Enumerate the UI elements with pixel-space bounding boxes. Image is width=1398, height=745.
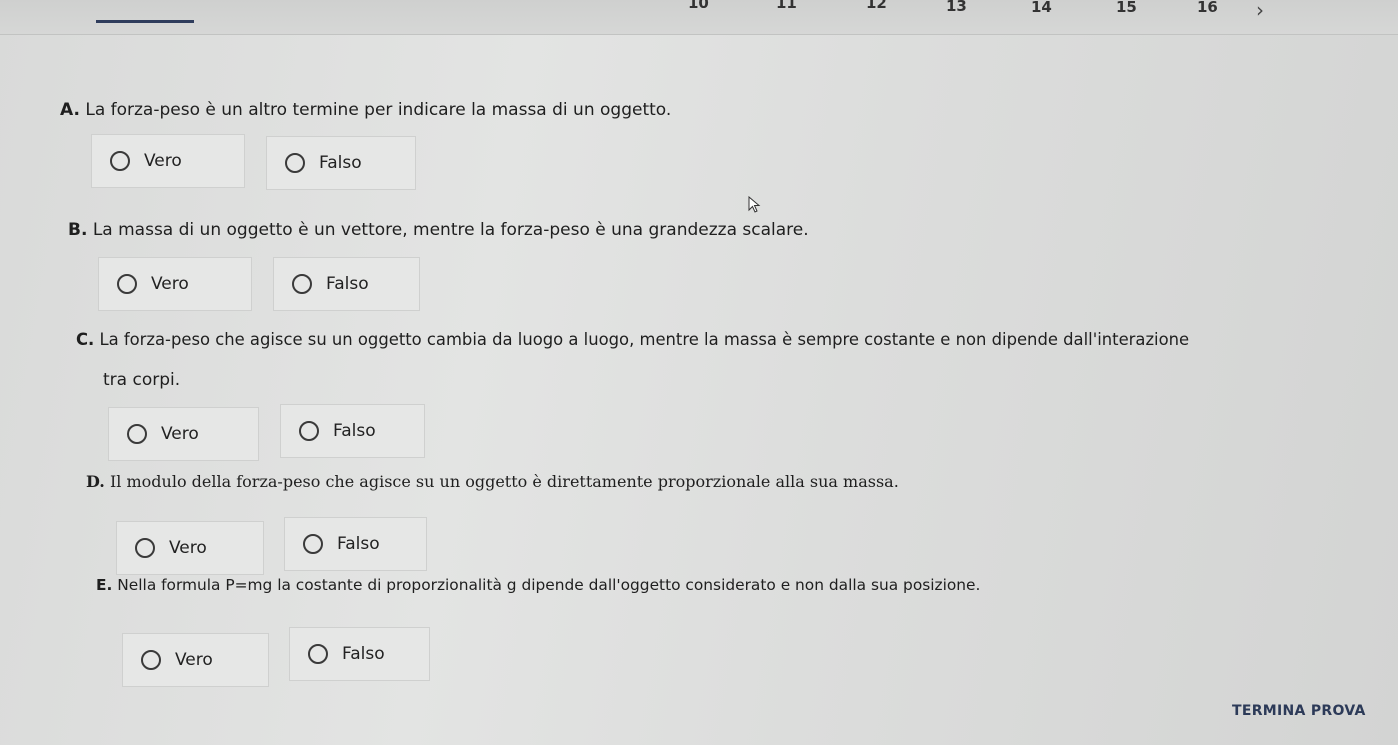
radio-icon[interactable]: [127, 424, 147, 444]
radio-icon[interactable]: [285, 153, 305, 173]
question-a: A. La forza-peso è un altro termine per …: [60, 100, 671, 120]
nav-question-15[interactable]: 15: [1116, 0, 1137, 16]
question-c: C. La forza-peso che agisce su un oggett…: [76, 330, 1189, 349]
question-a-text: La forza-peso è un altro termine per ind…: [85, 100, 672, 120]
radio-icon[interactable]: [299, 421, 319, 441]
option-label: Falso: [333, 421, 376, 441]
question-c-option-falso[interactable]: Falso: [280, 404, 425, 458]
question-c-option-vero[interactable]: Vero: [108, 407, 259, 461]
question-b-option-vero[interactable]: Vero: [98, 257, 252, 311]
question-c-letter: C.: [76, 330, 95, 349]
question-d-letter: D.: [86, 472, 105, 491]
nav-question-13[interactable]: 13: [946, 0, 967, 15]
current-question-indicator: [96, 20, 194, 23]
question-c-continuation: tra corpi.: [103, 370, 181, 390]
question-d-option-falso[interactable]: Falso: [284, 517, 427, 571]
option-label: Falso: [337, 534, 380, 554]
nav-question-16[interactable]: 16: [1197, 0, 1218, 16]
question-a-option-falso[interactable]: Falso: [266, 136, 416, 190]
radio-icon[interactable]: [117, 274, 137, 294]
nav-question-14[interactable]: 14: [1031, 0, 1052, 16]
question-b-text: La massa di un oggetto è un vettore, men…: [92, 220, 809, 240]
question-c-text: La forza-peso che agisce su un oggetto c…: [99, 330, 1190, 349]
question-a-letter: A.: [60, 100, 80, 120]
option-label: Vero: [151, 274, 189, 294]
question-b-option-falso[interactable]: Falso: [273, 257, 420, 311]
mouse-pointer-icon: [748, 196, 761, 213]
radio-icon[interactable]: [135, 538, 155, 558]
quiz-screen: 10 11 12 13 14 15 16 › A. La forza-peso …: [0, 0, 1398, 745]
option-label: Vero: [161, 424, 199, 444]
question-navigator: 10 11 12 13 14 15 16 ›: [0, 0, 1398, 35]
option-label: Falso: [319, 153, 362, 173]
option-label: Vero: [169, 538, 207, 558]
nav-question-10[interactable]: 10: [688, 0, 709, 12]
option-label: Vero: [175, 650, 213, 670]
nav-question-11[interactable]: 11: [776, 0, 797, 12]
radio-icon[interactable]: [141, 650, 161, 670]
question-b: B. La massa di un oggetto è un vettore, …: [68, 220, 809, 240]
next-arrow-icon[interactable]: ›: [1256, 0, 1264, 22]
question-e-text: Nella formula P=mg la costante di propor…: [117, 576, 981, 594]
option-label: Falso: [326, 274, 369, 294]
question-e-letter: E.: [96, 576, 113, 594]
question-a-option-vero[interactable]: Vero: [91, 134, 245, 188]
radio-icon[interactable]: [303, 534, 323, 554]
nav-question-12[interactable]: 12: [866, 0, 887, 12]
question-e: E. Nella formula P=mg la costante di pro…: [96, 576, 980, 594]
option-label: Vero: [144, 151, 182, 171]
radio-icon[interactable]: [292, 274, 312, 294]
radio-icon[interactable]: [308, 644, 328, 664]
finish-test-button[interactable]: TERMINA PROVA: [1232, 703, 1366, 719]
question-e-option-vero[interactable]: Vero: [122, 633, 269, 687]
question-d-option-vero[interactable]: Vero: [116, 521, 264, 575]
question-d-text: Il modulo della forza-peso che agisce su…: [109, 472, 899, 491]
radio-icon[interactable]: [110, 151, 130, 171]
question-e-option-falso[interactable]: Falso: [289, 627, 430, 681]
question-b-letter: B.: [68, 220, 88, 240]
question-d: D. Il modulo della forza-peso che agisce…: [86, 472, 899, 491]
option-label: Falso: [342, 644, 385, 664]
